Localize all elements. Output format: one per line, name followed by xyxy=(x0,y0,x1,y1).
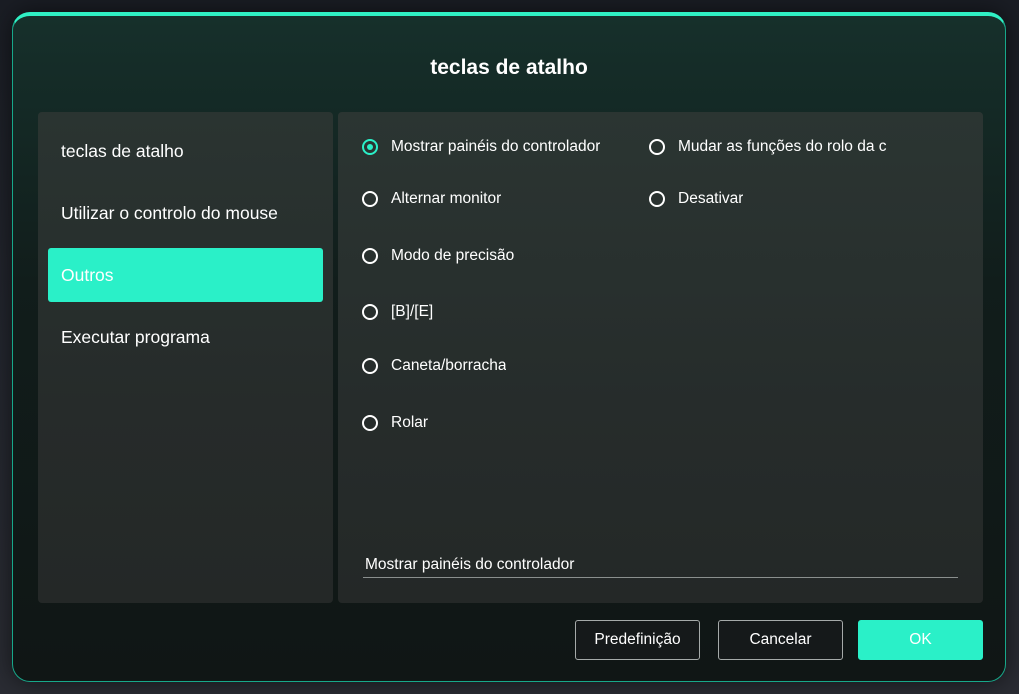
sidebar-item-shortcut-keys[interactable]: teclas de atalho xyxy=(48,124,323,178)
radio-unchecked-icon xyxy=(362,248,378,264)
radio-unchecked-icon xyxy=(362,191,378,207)
radio-pen-eraser[interactable]: Caneta/borracha xyxy=(362,355,506,377)
radio-label: Desativar xyxy=(678,190,744,207)
radio-checked-icon xyxy=(362,139,378,155)
radio-label: Mudar as funções do rolo da c xyxy=(678,138,887,155)
dialog-title: teclas de atalho xyxy=(430,56,588,79)
sidebar-item-run-program[interactable]: Executar programa xyxy=(48,310,323,364)
radio-show-controller-panels[interactable]: Mostrar painéis do controlador xyxy=(362,136,616,158)
radio-unchecked-icon xyxy=(362,304,378,320)
shortcut-keys-dialog: teclas de atalho teclas de atalho Utiliz… xyxy=(12,12,1006,682)
radio-label: Alternar monitor xyxy=(391,190,502,207)
radio-toggle-monitor[interactable]: Alternar monitor xyxy=(362,188,501,210)
sidebar: teclas de atalho Utilizar o controlo do … xyxy=(38,112,333,603)
radio-label: Rolar xyxy=(391,414,429,431)
default-button[interactable]: Predefinição xyxy=(575,620,700,660)
radio-disable[interactable]: Desativar xyxy=(649,188,743,210)
cancel-button[interactable]: Cancelar xyxy=(718,620,843,660)
radio-b-e[interactable]: [B]/[E] xyxy=(362,301,433,323)
sidebar-item-mouse-control[interactable]: Utilizar o controlo do mouse xyxy=(48,186,323,240)
radio-label: Mostrar painéis do controlador xyxy=(391,138,601,155)
radio-unchecked-icon xyxy=(649,139,665,155)
radio-unchecked-icon xyxy=(649,191,665,207)
ok-button[interactable]: OK xyxy=(858,620,983,660)
radio-unchecked-icon xyxy=(362,358,378,374)
radio-change-wheel-functions[interactable]: Mudar as funções do rolo da c xyxy=(649,136,909,158)
radio-label: [B]/[E] xyxy=(391,303,434,320)
radio-unchecked-icon xyxy=(362,415,378,431)
sidebar-item-others[interactable]: Outros xyxy=(48,248,323,302)
radio-label: Modo de precisão xyxy=(391,247,515,264)
radio-precision-mode[interactable]: Modo de precisão xyxy=(362,245,514,267)
selected-function-field: Mostrar painéis do controlador xyxy=(363,552,958,578)
radio-scroll[interactable]: Rolar xyxy=(362,412,428,434)
radio-label: Caneta/borracha xyxy=(391,357,507,374)
options-panel: Mostrar painéis do controlador Alternar … xyxy=(338,112,983,603)
